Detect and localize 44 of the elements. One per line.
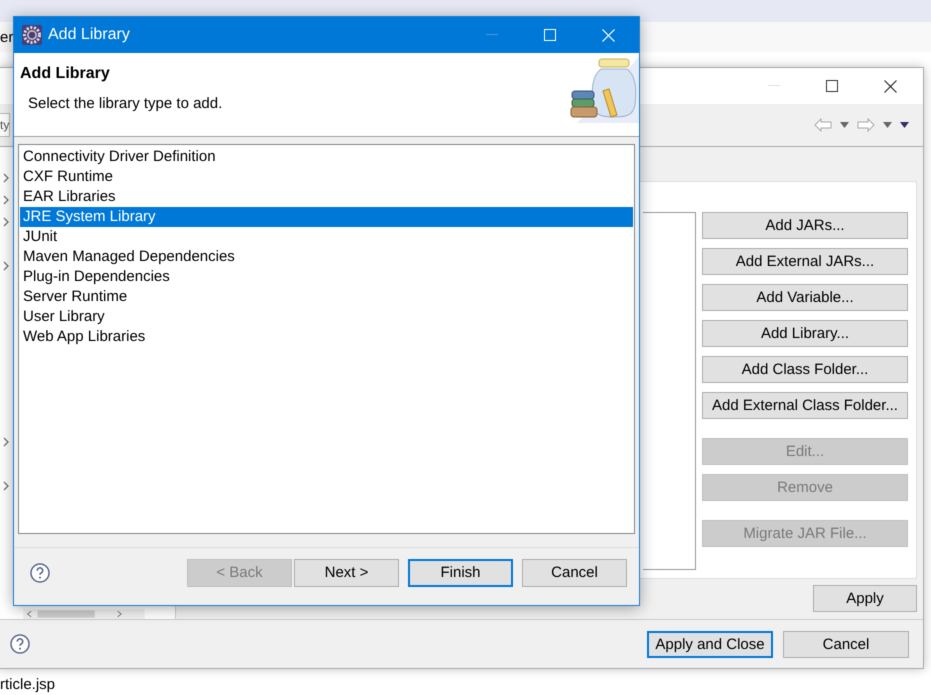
list-item[interactable]: EAR Libraries — [20, 187, 633, 207]
chevron-icon[interactable] — [3, 481, 9, 491]
list-item[interactable]: Server Runtime — [20, 287, 633, 307]
list-item[interactable]: User Library — [20, 307, 633, 327]
filter-field[interactable]: ty — [0, 113, 10, 137]
library-type-list[interactable]: Connectivity Driver Definition CXF Runtime EAR Libraries JRE System Library JUnit Maven Managed Dependencies Plug-in Dependencies Server Runtime User Library Web App Libraries — [18, 144, 635, 534]
button[interactable]: Next > — [294, 558, 399, 586]
button[interactable]: Add External JARs... — [702, 248, 908, 275]
dropdown-icon[interactable] — [840, 122, 849, 128]
chevron-icon[interactable] — [3, 217, 9, 227]
gear-icon — [22, 25, 42, 45]
button[interactable]: Apply and Close — [647, 630, 773, 658]
list-item[interactable]: Plug-in Dependencies — [20, 267, 633, 287]
list-box[interactable] — [643, 212, 696, 570]
tab-label: er — [0, 28, 14, 46]
chevron-icon[interactable] — [3, 261, 9, 271]
button[interactable]: Add Variable... — [702, 284, 908, 311]
button[interactable]: Finish — [408, 558, 513, 586]
button[interactable]: Add Class Folder... — [702, 356, 908, 383]
chevron-icon[interactable] — [3, 195, 9, 205]
button[interactable]: Add Library... — [702, 320, 908, 347]
list-item[interactable]: Web App Libraries — [20, 327, 633, 347]
file-name: rticle.jsp — [0, 676, 56, 693]
help-icon[interactable] — [30, 562, 50, 582]
chevron-icon[interactable] — [3, 173, 9, 183]
window-title: Add Library — [48, 26, 131, 44]
maximize-icon[interactable] — [826, 80, 838, 92]
help-icon[interactable] — [10, 634, 30, 654]
close-icon[interactable] — [884, 80, 897, 92]
button[interactable]: Cancel — [783, 630, 909, 658]
menu-icon[interactable] — [900, 122, 909, 128]
list-item[interactable]: JUnit — [20, 227, 633, 247]
list-item[interactable]: JRE System Library — [20, 207, 633, 227]
dialog-heading: Add Library — [20, 65, 111, 83]
list-item[interactable]: Maven Managed Dependencies — [20, 247, 633, 267]
chevron-icon[interactable] — [3, 437, 9, 447]
apply-button[interactable]: Apply — [813, 585, 917, 612]
button[interactable]: Cancel — [522, 558, 627, 586]
list-item[interactable]: Connectivity Driver Definition — [20, 147, 633, 167]
dropdown-icon[interactable] — [883, 122, 892, 128]
list-item[interactable]: CXF Runtime — [20, 167, 633, 187]
dialog-description: Select the library type to add. — [28, 95, 222, 112]
button[interactable]: Add JARs... — [702, 212, 908, 239]
button[interactable]: Add External Class Folder... — [702, 392, 908, 419]
